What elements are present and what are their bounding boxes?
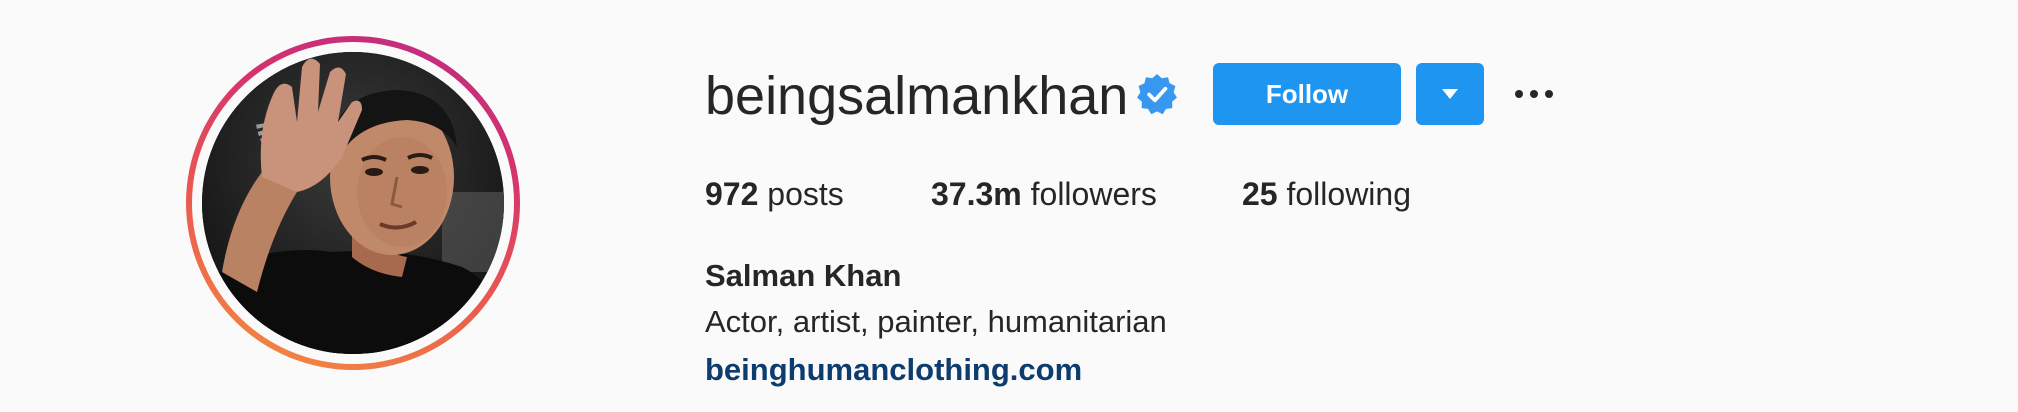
followers-link[interactable]: 37.3m followers: [931, 172, 1157, 216]
follow-button[interactable]: Follow: [1213, 63, 1401, 125]
posts-count-number: 972: [705, 176, 759, 212]
more-options-icon-dot: [1530, 90, 1538, 98]
story-ring[interactable]: [186, 36, 520, 370]
more-options-button[interactable]: [1508, 72, 1560, 116]
avatar-photo: [202, 52, 504, 354]
following-count-number: 25: [1242, 176, 1278, 212]
posts-count-label: posts: [767, 176, 844, 212]
more-options-icon: [1515, 90, 1523, 98]
verified-badge-icon: [1137, 74, 1177, 115]
full-name: Salman Khan: [705, 258, 902, 293]
profile-avatar[interactable]: [202, 52, 504, 354]
username: beingsalmankhan: [705, 66, 1129, 126]
following-link[interactable]: 25 following: [1242, 172, 1411, 216]
posts-count: 972 posts: [705, 172, 844, 216]
bio-text: Actor, artist, painter, humanitarian: [705, 304, 1167, 339]
followers-count-label: followers: [1030, 176, 1157, 212]
more-options-icon-dot: [1545, 90, 1553, 98]
suggested-accounts-dropdown-button[interactable]: [1416, 63, 1484, 125]
caret-down-icon: [1442, 89, 1458, 99]
followers-count-number: 37.3m: [931, 176, 1022, 212]
following-count-label: following: [1286, 176, 1411, 212]
website-link[interactable]: beinghumanclothing.com: [705, 350, 1082, 390]
